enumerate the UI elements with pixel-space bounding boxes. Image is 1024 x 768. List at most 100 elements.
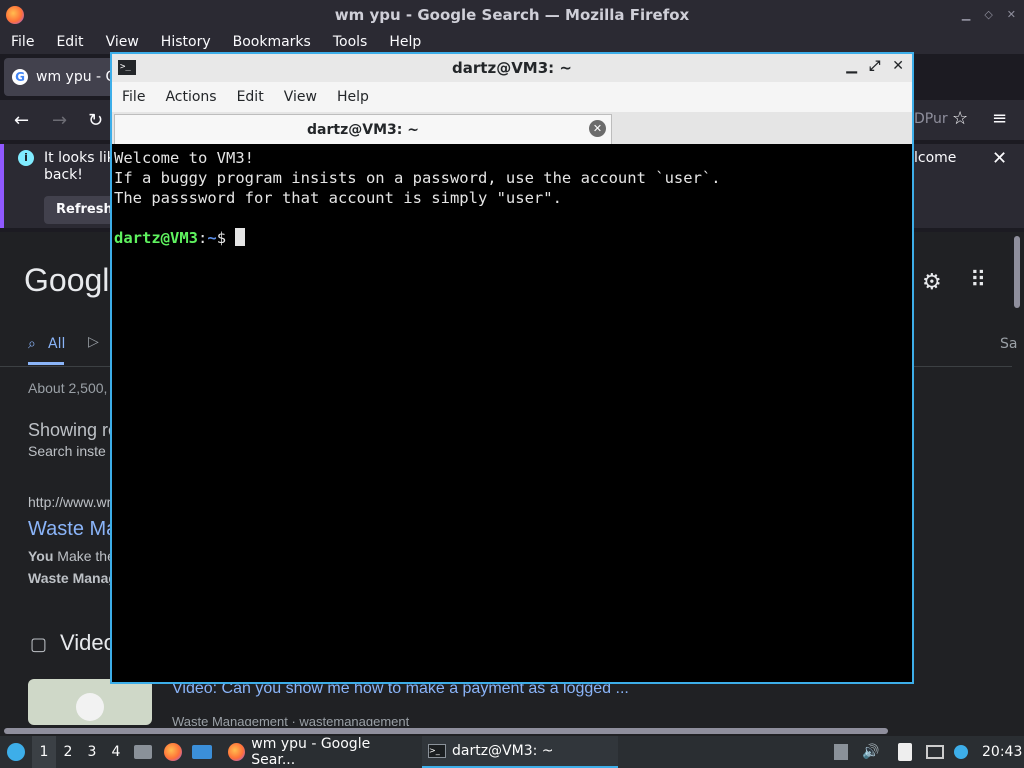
terminal-line: The passsword for that account is simply… (114, 189, 562, 207)
tab-all[interactable]: All (48, 336, 65, 352)
desktop-2-button[interactable]: 2 (56, 736, 80, 768)
launcher-icon (7, 743, 25, 761)
menu-file[interactable]: File (0, 34, 45, 50)
result-url[interactable]: http://www.wr (28, 494, 111, 510)
task-firefox-icon (228, 743, 246, 761)
tab-right-partial[interactable]: Sa (1000, 336, 1017, 352)
desktop-3-label: 3 (87, 744, 97, 760)
snippet-bold: You (28, 548, 54, 564)
terminal-menu-view[interactable]: View (274, 89, 327, 105)
terminal-titlebar[interactable]: dartz@VM3: ~ (112, 54, 912, 82)
page-vertical-scrollbar[interactable] (1014, 236, 1020, 308)
hamburger-menu-icon[interactable]: ≡ (992, 108, 1007, 129)
firefox-launcher[interactable] (164, 736, 184, 768)
menu-history[interactable]: History (150, 34, 222, 50)
terminal-maximize-icon[interactable]: ⤢ (869, 58, 880, 74)
terminal-cursor (235, 228, 246, 246)
horizontal-scrollbar-thumb[interactable] (4, 728, 888, 734)
terminal-menu-actions[interactable]: Actions (155, 89, 226, 105)
show-desktop-launcher[interactable] (192, 736, 214, 768)
result-snippet-line1: You Make the (28, 548, 115, 564)
desktop-4-button[interactable]: 4 (104, 736, 128, 768)
desktop-icon (192, 745, 212, 759)
terminal-line: Welcome to VM3! (114, 149, 254, 167)
terminal-menu-edit[interactable]: Edit (227, 89, 274, 105)
terminal-output[interactable]: Welcome to VM3! If a buggy program insist… (112, 144, 912, 682)
forward-arrow-icon[interactable]: → (52, 110, 67, 131)
terminal-line: If a buggy program insists on a password… (114, 169, 721, 187)
play-icon (76, 693, 104, 721)
snippet-rest: Make the (53, 548, 115, 564)
result-title-link[interactable]: Waste Ma (28, 518, 117, 541)
clock[interactable]: 20:43 (982, 736, 1022, 768)
terminal-tab-close-icon[interactable]: ✕ (589, 120, 606, 137)
terminal-app-icon: >_ (118, 60, 136, 75)
minimize-icon[interactable]: ▁ (962, 8, 970, 21)
address-bar-text[interactable]: DPur (914, 111, 948, 127)
terminal-prompt: dartz@VM3:~$ (114, 228, 910, 248)
menu-tools[interactable]: Tools (322, 34, 379, 50)
terminal-minimize-icon[interactable]: ▁ (846, 58, 857, 74)
clipboard-icon[interactable] (898, 736, 918, 768)
tray-upload-icon[interactable] (834, 736, 854, 768)
reload-icon[interactable]: ↻ (88, 110, 103, 131)
video-thumbnail[interactable] (28, 679, 152, 725)
app-launcher-button[interactable] (4, 736, 28, 768)
page-horizontal-scrollbar[interactable] (0, 726, 1024, 736)
firefox-menubar: File Edit View History Bookmarks Tools H… (0, 30, 1024, 54)
menu-edit[interactable]: Edit (45, 34, 94, 50)
clock-time: 20:43 (982, 744, 1023, 760)
task-terminal[interactable]: >_ dartz@VM3: ~ (422, 736, 618, 768)
task-firefox[interactable]: wm ypu - Google Sear... (222, 736, 418, 768)
notice-text-line1: It looks lik (44, 150, 115, 166)
prompt-user: dartz@VM3 (114, 229, 198, 247)
terminal-menu-file[interactable]: File (112, 89, 155, 105)
firefox-window-controls: ▁ ◇ ✕ (962, 8, 1016, 21)
info-icon: i (18, 150, 34, 166)
desktop-1-button[interactable]: 1 (32, 736, 56, 768)
settings-gear-icon[interactable]: ⚙ (922, 270, 942, 295)
firefox-titlebar: wm ypu - Google Search — Mozilla Firefox (0, 0, 1024, 30)
menu-view[interactable]: View (95, 34, 150, 50)
notice-text-line2: back! (44, 167, 83, 183)
notice-close-icon[interactable]: ✕ (992, 148, 1007, 169)
showing-results-text: Showing re (28, 420, 119, 440)
apps-grid-icon[interactable]: ⠿ (970, 268, 986, 293)
taskbar: 1 2 3 4 wm ypu - Google Sear... >_ dartz… (0, 736, 1024, 768)
terminal-menubar: File Actions Edit View Help (112, 82, 912, 112)
desktop-1-label: 1 (39, 744, 49, 760)
bookmark-star-icon[interactable]: ☆ (952, 108, 968, 129)
updates-icon[interactable] (954, 736, 972, 768)
firefox-logo-icon (6, 6, 24, 24)
desktop-2-label: 2 (63, 744, 73, 760)
firefox-launcher-icon (164, 743, 182, 761)
terminal-window-title: dartz@VM3: ~ (452, 59, 572, 77)
task-firefox-label: wm ypu - Google Sear... (251, 736, 371, 768)
video-tab-icon[interactable]: ▷ (88, 334, 99, 350)
prompt-symbol: $ (216, 229, 236, 247)
terminal-menu-help[interactable]: Help (327, 89, 379, 105)
desktop-3-button[interactable]: 3 (80, 736, 104, 768)
google-favicon-icon: G (12, 69, 28, 85)
terminal-close-icon[interactable]: ✕ (892, 58, 904, 74)
network-icon[interactable] (926, 736, 948, 768)
videos-section-icon: ▢ (30, 634, 48, 655)
back-arrow-icon[interactable]: ← (14, 110, 29, 131)
tab-all-underline (28, 362, 64, 365)
search-instead-text[interactable]: Search inste (28, 443, 106, 459)
file-manager-launcher[interactable] (134, 736, 154, 768)
terminal-window-controls: ▁ ⤢ ✕ (846, 58, 904, 74)
menu-help[interactable]: Help (378, 34, 432, 50)
terminal-tab[interactable]: dartz@VM3: ~ ✕ (114, 114, 612, 144)
maximize-icon[interactable]: ◇ (984, 8, 992, 21)
prompt-path: ~ (207, 229, 217, 247)
close-icon[interactable]: ✕ (1007, 8, 1016, 21)
volume-icon[interactable]: 🔊 (862, 736, 882, 768)
desktop-4-label: 4 (111, 744, 121, 760)
prompt-separator: : (198, 229, 208, 247)
menu-bookmarks[interactable]: Bookmarks (222, 34, 322, 50)
terminal-window[interactable]: dartz@VM3: ~ >_ ▁ ⤢ ✕ File Actions Edit … (110, 52, 914, 684)
result-snippet-line2: Waste Manag (28, 570, 117, 586)
videos-heading: Video (60, 630, 116, 655)
